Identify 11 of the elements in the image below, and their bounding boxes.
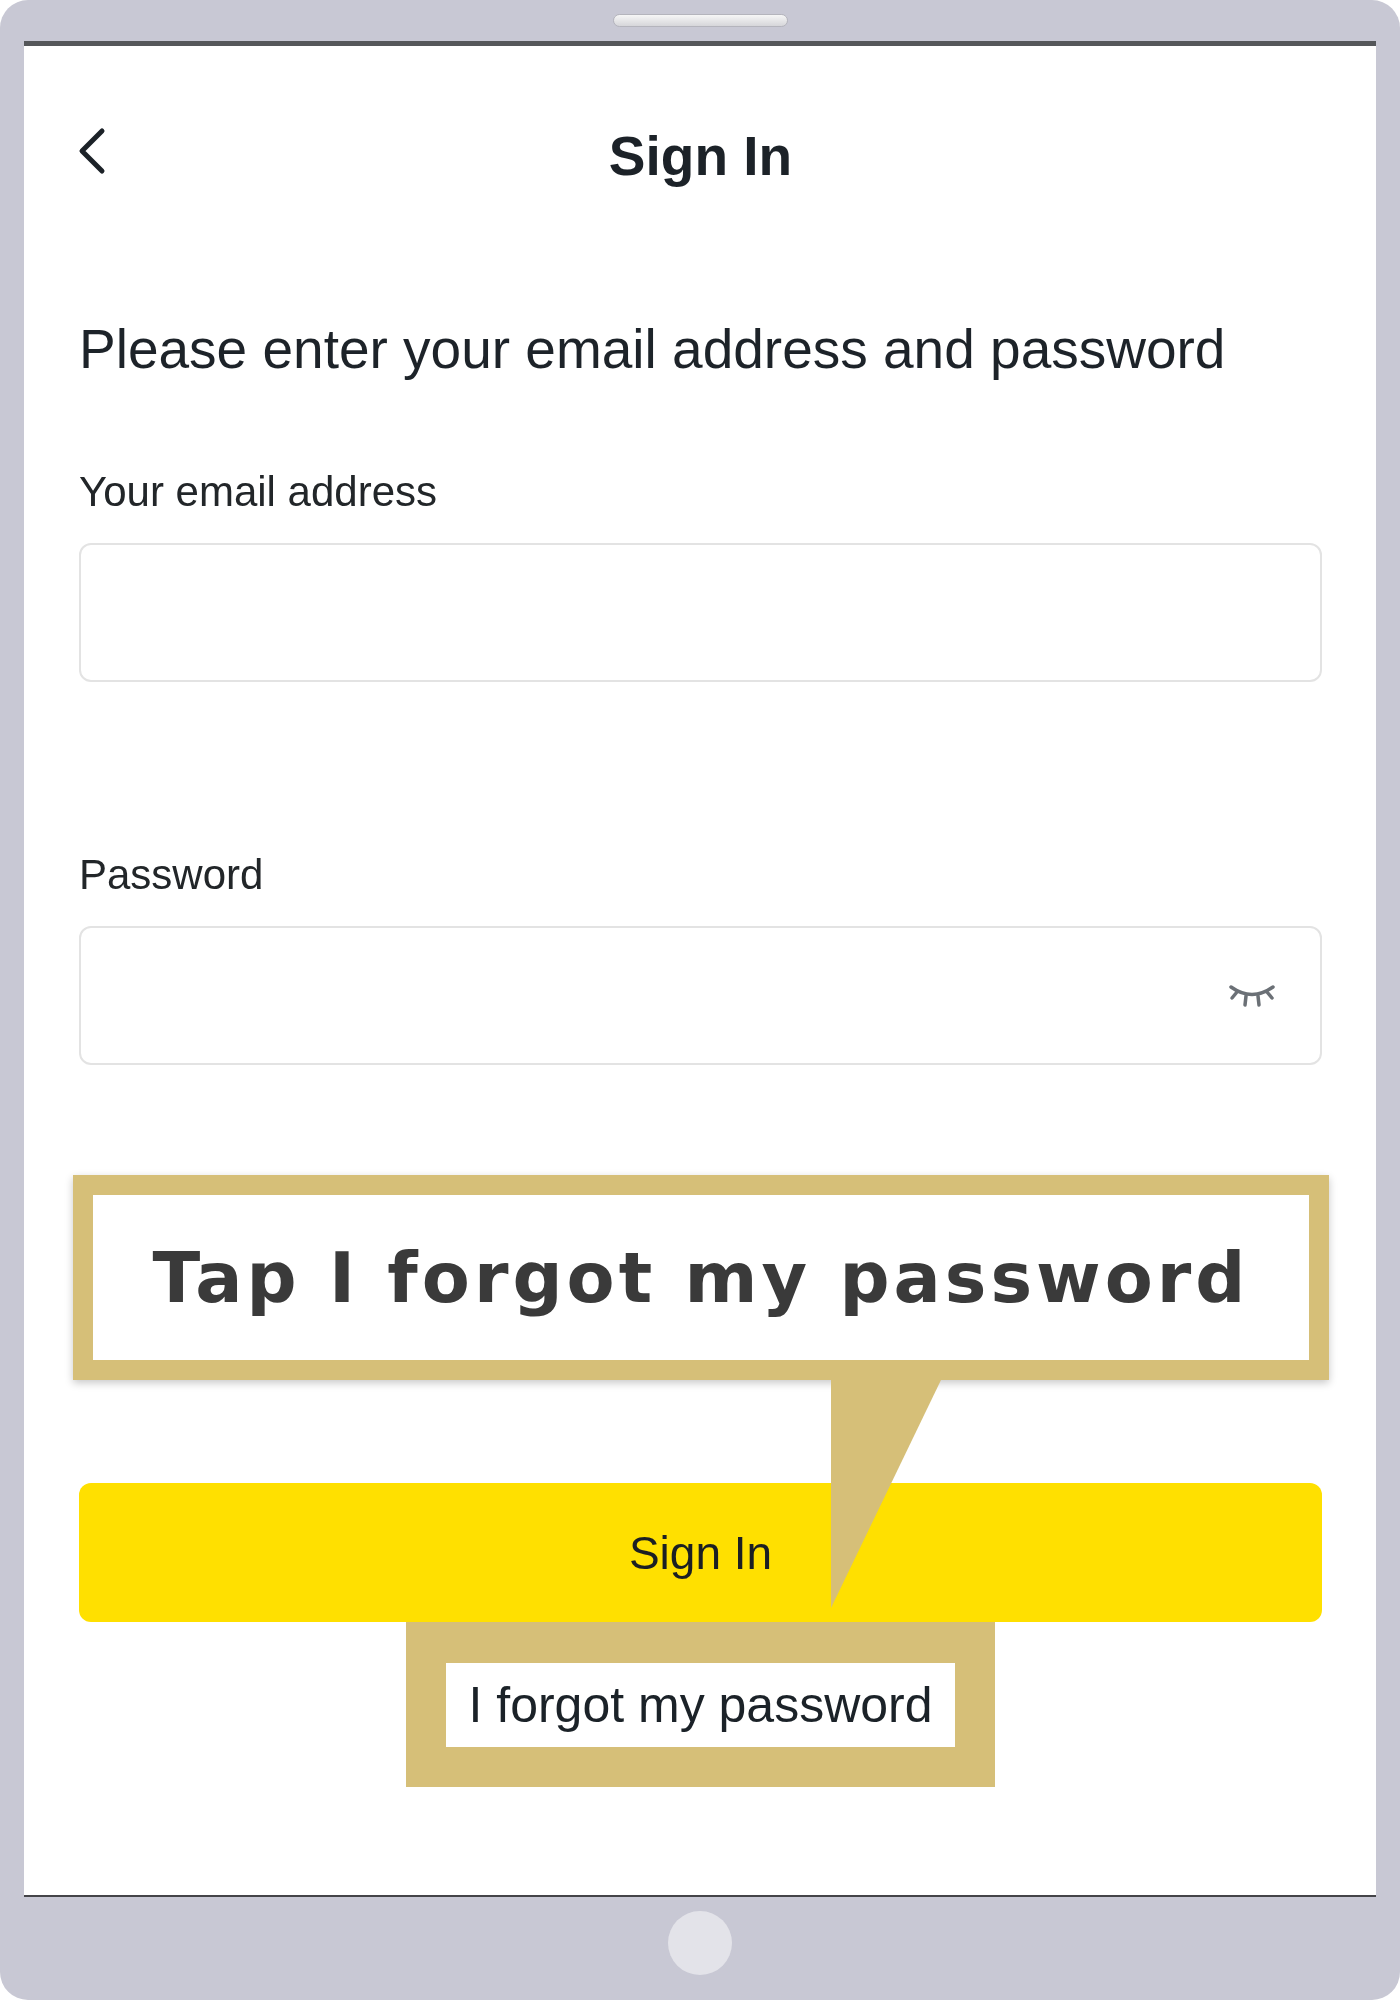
- forgot-password-link[interactable]: I forgot my password: [446, 1663, 955, 1747]
- callout-text: Tap I forgot my password: [152, 1235, 1250, 1320]
- instruction-text: Please enter your email address and password: [79, 320, 1227, 378]
- closed-eye-icon[interactable]: [1228, 983, 1276, 1008]
- password-field[interactable]: [79, 926, 1322, 1065]
- back-icon[interactable]: [77, 127, 107, 175]
- sign-in-button[interactable]: Sign In: [79, 1483, 1322, 1622]
- field-label: Your email address: [79, 470, 437, 514]
- email-field[interactable]: [79, 543, 1322, 682]
- field-label: Password: [79, 853, 264, 897]
- page-title: Sign In: [608, 124, 793, 188]
